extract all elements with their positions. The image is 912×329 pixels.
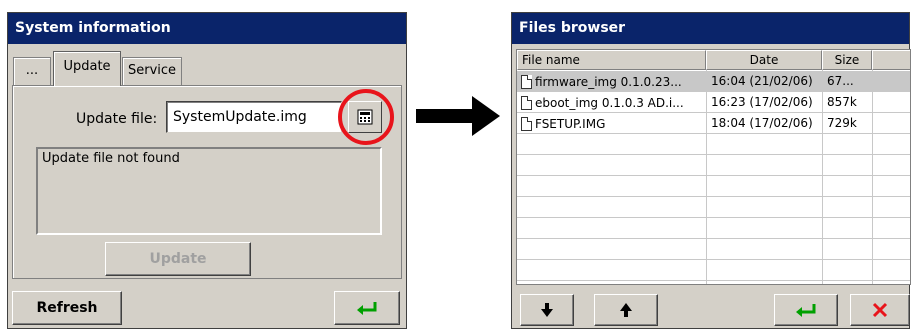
arrow-right-icon	[416, 96, 500, 136]
files-table: File name Date Size firmware_img 0.1.0.2…	[516, 49, 911, 285]
empty-row	[517, 134, 910, 155]
update-file-input[interactable]: SystemUpdate.img	[166, 101, 342, 133]
file-size: 857k	[827, 95, 857, 109]
file-name: firmware_img 0.1.0.23...	[535, 74, 682, 89]
empty-row	[517, 239, 910, 260]
file-name: eboot_img 0.1.0.3 AD.i...	[535, 95, 684, 110]
ok-button[interactable]	[774, 294, 838, 326]
refresh-button[interactable]: Refresh	[12, 291, 122, 325]
arrow-up-icon	[620, 303, 632, 317]
file-date: 16:23 (17/02/06)	[711, 95, 813, 109]
empty-row	[517, 176, 910, 197]
enter-arrow-icon	[796, 304, 816, 317]
dialog-title: Files browser	[512, 13, 909, 44]
status-message: Update file not found	[36, 147, 382, 235]
highlight-circle	[338, 89, 394, 145]
column-header-size[interactable]: Size	[822, 50, 872, 70]
dialog-title: System information	[8, 13, 406, 44]
file-icon	[521, 116, 532, 131]
files-browser-dialog: Files browser File name Date Size firmwa…	[511, 12, 911, 329]
table-header: File name Date Size	[517, 50, 910, 70]
file-icon	[521, 74, 532, 89]
file-size: 729k	[827, 116, 857, 130]
empty-row	[517, 218, 910, 239]
move-up-button[interactable]	[594, 294, 658, 326]
empty-row	[517, 197, 910, 218]
file-date: 18:04 (17/02/06)	[711, 116, 813, 130]
move-down-button[interactable]	[520, 294, 574, 326]
column-header-empty	[872, 50, 910, 70]
file-icon	[521, 95, 532, 110]
tab-more[interactable]: ...	[13, 57, 51, 85]
update-file-label: Update file:	[76, 111, 158, 127]
cancel-button[interactable]	[850, 294, 910, 326]
table-row[interactable]: eboot_img 0.1.0.3 AD.i... 16:23 (17/02/0…	[517, 92, 910, 113]
table-row[interactable]: firmware_img 0.1.0.23... 16:04 (21/02/06…	[517, 71, 910, 92]
file-date: 16:04 (21/02/06)	[711, 74, 813, 88]
column-header-name[interactable]: File name	[517, 50, 706, 70]
file-name: FSETUP.IMG	[535, 116, 606, 131]
empty-row	[517, 260, 910, 281]
close-icon	[872, 302, 888, 318]
update-button[interactable]: Update	[105, 242, 251, 276]
tab-update[interactable]: Update	[53, 51, 121, 86]
arrow-down-icon	[541, 303, 553, 317]
file-size: 67...	[827, 74, 854, 88]
empty-row	[517, 155, 910, 176]
tab-service[interactable]: Service	[122, 57, 182, 85]
column-header-date[interactable]: Date	[706, 50, 822, 70]
table-row[interactable]: FSETUP.IMG 18:04 (17/02/06) 729k	[517, 113, 910, 134]
ok-button[interactable]	[334, 291, 400, 325]
enter-arrow-icon	[357, 302, 377, 315]
system-information-dialog: System information ... Update Service Up…	[7, 12, 407, 329]
